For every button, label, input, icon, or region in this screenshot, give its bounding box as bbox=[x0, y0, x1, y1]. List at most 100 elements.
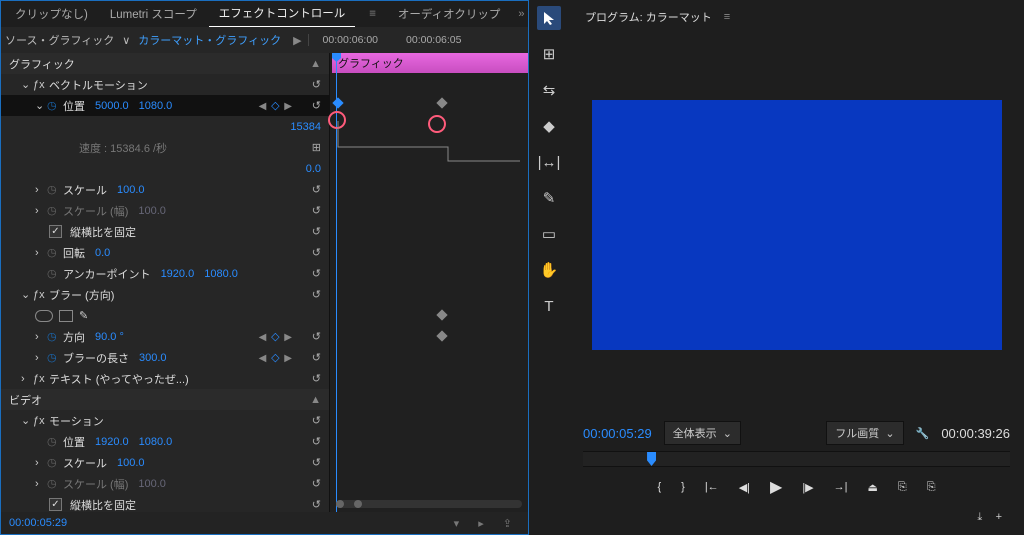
reset-icon[interactable]: ↺ bbox=[312, 267, 321, 280]
reset-icon[interactable]: ↺ bbox=[312, 183, 321, 196]
timeline-play-icon[interactable]: ▶ bbox=[287, 34, 307, 47]
zoom-dropdown[interactable]: 全体表示 ⌄ bbox=[664, 421, 741, 445]
reset-icon[interactable]: ↺ bbox=[312, 225, 321, 238]
ellipse-mask-icon[interactable] bbox=[35, 310, 53, 322]
program-tab[interactable]: プログラム: カラーマット bbox=[579, 5, 718, 29]
keyframe-icon[interactable] bbox=[436, 97, 447, 108]
prop-position[interactable]: ⌄◷ 位置 5000.0 1080.0 ◀ ◇ ▶ ↺ bbox=[1, 95, 329, 116]
pos-y-value[interactable]: 1080.0 bbox=[129, 100, 173, 112]
goto-in-icon[interactable]: |← bbox=[705, 481, 719, 493]
reset-icon[interactable]: ↺ bbox=[312, 99, 321, 112]
reset-icon[interactable]: ↺ bbox=[312, 477, 321, 490]
program-menu-icon[interactable]: ≡ bbox=[718, 7, 736, 27]
target-clip-label[interactable]: カラーマット・グラフィック bbox=[138, 32, 287, 48]
step-fwd-icon[interactable]: |▶ bbox=[802, 481, 813, 494]
pen-mask-icon[interactable]: ✎ bbox=[79, 309, 88, 322]
export-frame-icon[interactable]: ⎘ bbox=[927, 481, 936, 494]
quality-dropdown[interactable]: フル画質 ⌄ bbox=[826, 421, 903, 445]
program-timecode[interactable]: 00:00:05:29 bbox=[583, 426, 652, 441]
prop-scale[interactable]: ›◷ スケール 100.0 ↺ bbox=[1, 179, 329, 200]
prop-position-2[interactable]: ◷ 位置 1920.0 1080.0 ↺ bbox=[1, 431, 329, 452]
effect-vector-motion[interactable]: ⌄ƒx ベクトルモーション ↺ bbox=[1, 74, 329, 95]
tabs-overflow-icon[interactable]: » bbox=[512, 8, 530, 20]
rotation-value[interactable]: 0.0 bbox=[85, 247, 110, 259]
reset-icon[interactable]: ↺ bbox=[312, 246, 321, 259]
pos2-y-value[interactable]: 1080.0 bbox=[129, 436, 173, 448]
panel-menu-icon[interactable]: ≡ bbox=[359, 3, 386, 25]
tab-audioclip[interactable]: オーディオクリップ bbox=[388, 1, 510, 27]
effect-motion[interactable]: ⌄ƒx モーション ↺ bbox=[1, 410, 329, 431]
prop-anchor[interactable]: ◷ アンカーポイント 1920.0 1080.0 ↺ bbox=[1, 263, 329, 284]
timeline-zoom-bar[interactable] bbox=[336, 500, 522, 508]
goto-out-icon[interactable]: →| bbox=[834, 481, 848, 493]
stopwatch-icon[interactable]: ◷ bbox=[47, 351, 61, 364]
reset-icon[interactable]: ↺ bbox=[312, 456, 321, 469]
velocity-graph-icon[interactable]: ⊞ bbox=[312, 141, 321, 154]
prop-rotation[interactable]: ›◷ 回転 0.0 ↺ bbox=[1, 242, 329, 263]
keyframe-nav[interactable]: ◀ ◇ ▶ bbox=[259, 99, 293, 112]
pen-tool-icon[interactable]: ✎ bbox=[537, 186, 561, 210]
step-back-icon[interactable]: ◀| bbox=[739, 481, 750, 494]
stopwatch-icon[interactable]: ◷ bbox=[47, 435, 61, 448]
reset-icon[interactable]: ↺ bbox=[312, 414, 321, 427]
track-select-tool-icon[interactable]: ⊞ bbox=[537, 42, 561, 66]
preview-area[interactable] bbox=[573, 30, 1020, 409]
collapse-icon[interactable]: ▲ bbox=[310, 58, 321, 70]
reset-icon[interactable]: ↺ bbox=[312, 78, 321, 91]
checkbox-icon[interactable]: ✓ bbox=[49, 225, 62, 238]
checkbox-icon[interactable]: ✓ bbox=[49, 498, 62, 511]
stopwatch-icon[interactable]: ◷ bbox=[47, 330, 61, 343]
ripple-tool-icon[interactable]: ⇆ bbox=[537, 78, 561, 102]
tab-noclip[interactable]: クリップなし) bbox=[5, 1, 98, 27]
footer-icons[interactable]: ▾ ▸ ⇪ bbox=[454, 517, 520, 530]
keyframe-icon[interactable] bbox=[436, 330, 447, 341]
reset-icon[interactable]: ↺ bbox=[312, 204, 321, 217]
collapse-icon[interactable]: ▲ bbox=[310, 394, 321, 406]
reset-icon[interactable]: ↺ bbox=[312, 351, 321, 364]
reset-icon[interactable]: ↺ bbox=[312, 498, 321, 511]
play-icon[interactable]: ▶ bbox=[770, 477, 782, 497]
blurlen-value[interactable]: 300.0 bbox=[129, 352, 167, 364]
reset-icon[interactable]: ↺ bbox=[312, 372, 321, 385]
group-graphic[interactable]: グラフィック ▲ bbox=[1, 53, 329, 74]
effect-text[interactable]: ›ƒx テキスト (やってやったぜ...) ↺ bbox=[1, 368, 329, 389]
lift-icon[interactable]: ⏏ bbox=[868, 481, 878, 494]
mask-tools[interactable]: ✎ bbox=[1, 305, 329, 326]
stopwatch-icon[interactable]: ◷ bbox=[47, 99, 61, 112]
prop-lock-aspect-2[interactable]: ✓ 縦横比を固定 ↺ bbox=[1, 494, 329, 512]
pos-x-value[interactable]: 5000.0 bbox=[85, 100, 129, 112]
tab-effectcontrols[interactable]: エフェクトコントロール bbox=[209, 0, 356, 28]
slip-tool-icon[interactable]: |↔| bbox=[537, 150, 561, 174]
prop-lock-aspect[interactable]: ✓ 縦横比を固定 ↺ bbox=[1, 221, 329, 242]
reset-icon[interactable]: ↺ bbox=[312, 288, 321, 301]
pos2-x-value[interactable]: 1920.0 bbox=[85, 436, 129, 448]
hand-tool-icon[interactable]: ✋ bbox=[537, 258, 561, 282]
anchor-y-value[interactable]: 1080.0 bbox=[194, 268, 238, 280]
clip-bar[interactable]: グラフィック bbox=[332, 53, 528, 73]
stopwatch-icon[interactable]: ◷ bbox=[47, 456, 61, 469]
reset-icon[interactable]: ↺ bbox=[312, 330, 321, 343]
scale-value[interactable]: 100.0 bbox=[107, 184, 145, 196]
rectangle-tool-icon[interactable]: ▭ bbox=[537, 222, 561, 246]
razor-tool-icon[interactable]: ◆ bbox=[537, 114, 561, 138]
current-timecode[interactable]: 00:00:05:29 bbox=[9, 517, 67, 529]
scale2-value[interactable]: 100.0 bbox=[107, 457, 145, 469]
stopwatch-icon[interactable]: ◷ bbox=[47, 183, 61, 196]
tab-lumetri[interactable]: Lumetri スコープ bbox=[100, 1, 207, 27]
keyframe-icon[interactable] bbox=[332, 97, 343, 108]
scrub-bar[interactable] bbox=[583, 451, 1010, 467]
type-tool-icon[interactable]: T bbox=[537, 294, 561, 318]
prop-scale-2[interactable]: ›◷ スケール 100.0 ↺ bbox=[1, 452, 329, 473]
button-editor-icon[interactable]: + bbox=[996, 511, 1002, 523]
rect-mask-icon[interactable] bbox=[59, 310, 73, 322]
scrub-playhead[interactable] bbox=[647, 452, 656, 466]
direction-value[interactable]: 90.0 ° bbox=[85, 331, 124, 343]
keyframe-icon[interactable] bbox=[436, 309, 447, 320]
reset-icon[interactable]: ↺ bbox=[312, 435, 321, 448]
effect-blur[interactable]: ⌄ƒx ブラー (方向) ↺ bbox=[1, 284, 329, 305]
keyframe-nav[interactable]: ◀ ◇ ▶ bbox=[259, 351, 293, 364]
stopwatch-icon[interactable]: ◷ bbox=[47, 267, 61, 280]
prop-blur-length[interactable]: ›◷ ブラーの長さ 300.0 ◀ ◇ ▶ ↺ bbox=[1, 347, 329, 368]
prop-direction[interactable]: ›◷ 方向 90.0 ° ◀ ◇ ▶ ↺ bbox=[1, 326, 329, 347]
selection-tool-icon[interactable] bbox=[537, 6, 561, 30]
